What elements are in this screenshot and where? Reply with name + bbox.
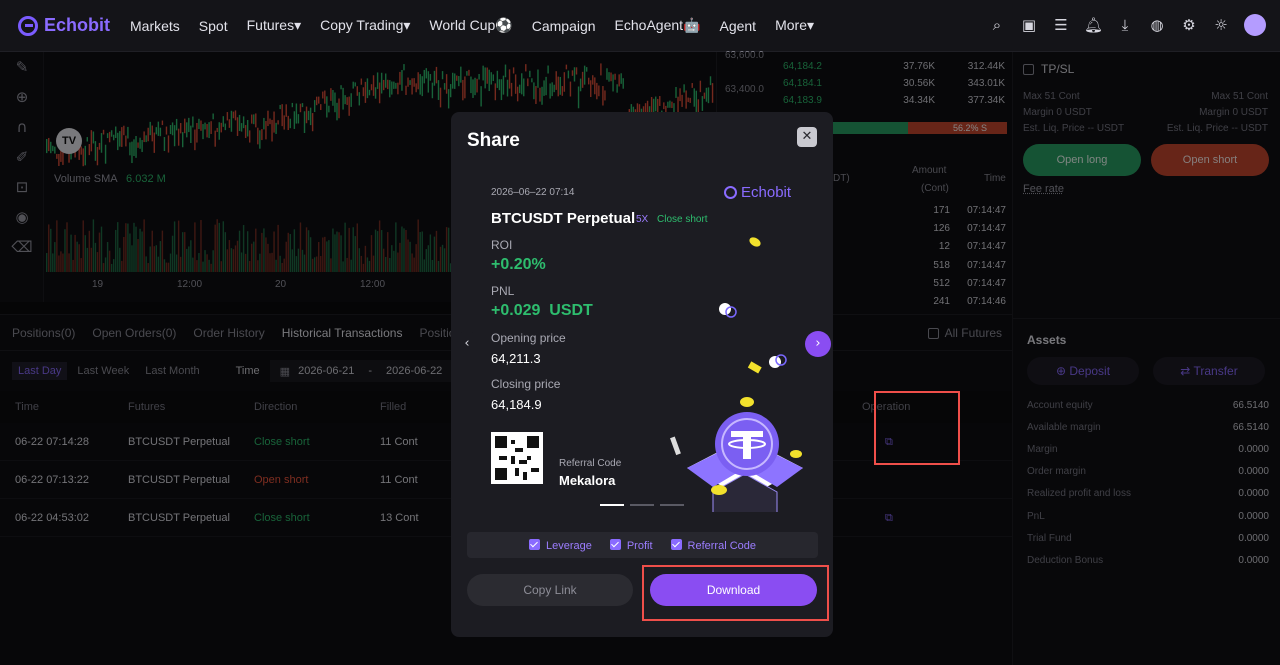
checkbox-checked-icon [670,538,682,550]
nav-more[interactable]: More▾ [775,17,814,34]
close-button[interactable]: ✕ [797,127,817,147]
card-pagination [600,504,684,506]
card-brand: Echobit [724,184,791,201]
roi-value: +0.20% [491,256,546,273]
nav-futures[interactable]: Futures▾ [247,17,302,34]
close-icon: ✕ [801,129,813,144]
option-leverage-label: Leverage [545,539,592,552]
tether-box-illustration [670,237,803,512]
prev-card-button[interactable]: ‹ [454,331,480,357]
avatar[interactable] [1244,14,1266,36]
nav-spot[interactable]: Spot [199,18,228,34]
nav-world-cup[interactable]: World Cup⚽ [429,17,512,34]
search-icon[interactable]: ⌕ [988,16,1006,34]
modal-title: Share [467,130,520,151]
echobit-logo[interactable]: Echobit [18,15,110,36]
share-card: 2026–06–22 07:14 Echobit BTCUSDT Perpetu… [479,172,805,516]
logo-text: Echobit [44,15,110,35]
opening-price-value: 64,211.3 [491,351,541,366]
nav-campaign[interactable]: Campaign [532,18,596,34]
chevron-left-icon: ‹ [464,336,470,351]
download-icon[interactable]: ⤓ [1116,16,1134,34]
pnl-label: PNL [491,284,515,298]
opening-price-label: Opening price [491,331,566,345]
card-datetime: 2026–06–22 07:14 [491,187,575,198]
highlight-download [642,565,829,621]
checkbox-checked-icon [528,538,540,550]
nav-echoagent[interactable]: EchoAgent🤖 [615,17,701,34]
option-referral-code[interactable]: Referral Code [670,538,757,552]
card-side: Close short [657,214,708,225]
sun-icon[interactable]: ☼ [1212,16,1230,34]
card-symbol: BTCUSDT Perpetual [491,210,636,227]
qr-pattern [495,436,539,480]
share-options: Leverage Profit Referral Code [467,532,818,558]
option-referral-label: Referral Code [687,539,757,552]
gear-icon[interactable]: ⚙ [1180,16,1198,34]
top-nav: Echobit Markets Spot Futures▾ Copy Tradi… [0,0,1280,52]
bell-icon[interactable]: 🔔︎ [1084,16,1103,34]
logo-icon [18,15,38,36]
nav-markets[interactable]: Markets [130,18,180,34]
page-dot[interactable] [630,504,654,506]
nav-agent[interactable]: Agent [719,18,756,34]
wallet-icon[interactable]: ▣ [1020,16,1038,34]
closing-price-value: 64,184.9 [491,397,542,412]
pnl-value: +0.029 USDT [491,302,593,319]
orders-icon[interactable]: ☰ [1052,16,1070,34]
referral-value: Mekalora [559,473,616,488]
page-dot[interactable] [660,504,684,506]
referral-label: Referral Code [559,458,622,469]
closing-price-label: Closing price [491,377,561,391]
card-logo-icon [724,186,737,199]
nav-copy-trading[interactable]: Copy Trading▾ [320,17,410,34]
option-profit[interactable]: Profit [609,538,653,552]
card-brand-name: Echobit [741,184,792,201]
card-leverage: 5X [636,214,649,225]
page-dot-active[interactable] [600,504,624,506]
option-profit-label: Profit [626,539,653,552]
option-leverage[interactable]: Leverage [528,538,592,552]
card-next-arrow [742,332,768,358]
qr-code-icon [491,432,543,484]
next-card-button[interactable]: › [805,331,831,357]
globe-icon[interactable]: ◍ [1148,16,1166,34]
highlight-operation [874,391,960,465]
share-modal: Share ✕ 2026–06–22 07:14 Echobit BTCUSDT… [451,112,833,637]
checkbox-checked-icon [609,538,621,550]
chevron-right-icon: › [815,336,821,351]
copy-link-button[interactable]: Copy Link [467,574,633,606]
roi-label: ROI [491,238,513,252]
